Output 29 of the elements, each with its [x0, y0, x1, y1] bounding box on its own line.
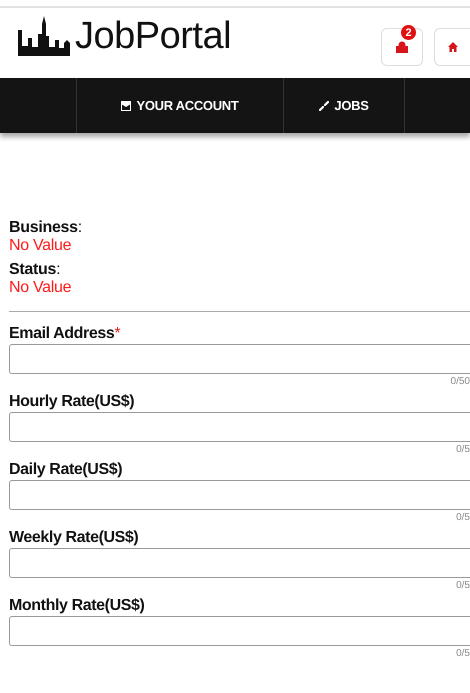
character-counter: 0/5 [456, 443, 470, 456]
field-label: Business: [9, 219, 82, 237]
home-icon [448, 42, 458, 52]
nav-link[interactable]: JOBS [283, 78, 405, 133]
notification-badge: 2 [401, 25, 416, 40]
logo-text: JobPortal [75, 16, 232, 56]
home-button[interactable] [434, 28, 470, 66]
input-field[interactable] [9, 344, 470, 374]
field-label: Status: [9, 261, 60, 279]
character-counter: 0/5 [456, 647, 470, 660]
inbox-button[interactable]: 2 [381, 28, 423, 66]
input-field[interactable] [9, 480, 470, 510]
field-label: Email Address* [9, 324, 120, 344]
field-label: Weekly Rate(US$) [9, 528, 138, 548]
input-field[interactable] [9, 548, 470, 578]
skyline-logo-icon [18, 16, 70, 56]
field-value: No Value [9, 237, 72, 255]
character-counter: 0/50 [450, 375, 470, 388]
field-label: Monthly Rate(US$) [9, 596, 144, 616]
link-icon [319, 100, 330, 110]
required-asterisk: * [114, 325, 120, 342]
input-field[interactable] [9, 616, 470, 646]
character-counter: 0/5 [456, 511, 470, 524]
field-value: No Value [9, 279, 72, 297]
field-label: Daily Rate(US$) [9, 460, 122, 480]
input-field[interactable] [9, 412, 470, 442]
field-label: Hourly Rate(US$) [9, 392, 134, 412]
nav-link[interactable]: YOUR ACCOUNT [76, 78, 283, 133]
character-counter: 0/5 [456, 579, 470, 592]
